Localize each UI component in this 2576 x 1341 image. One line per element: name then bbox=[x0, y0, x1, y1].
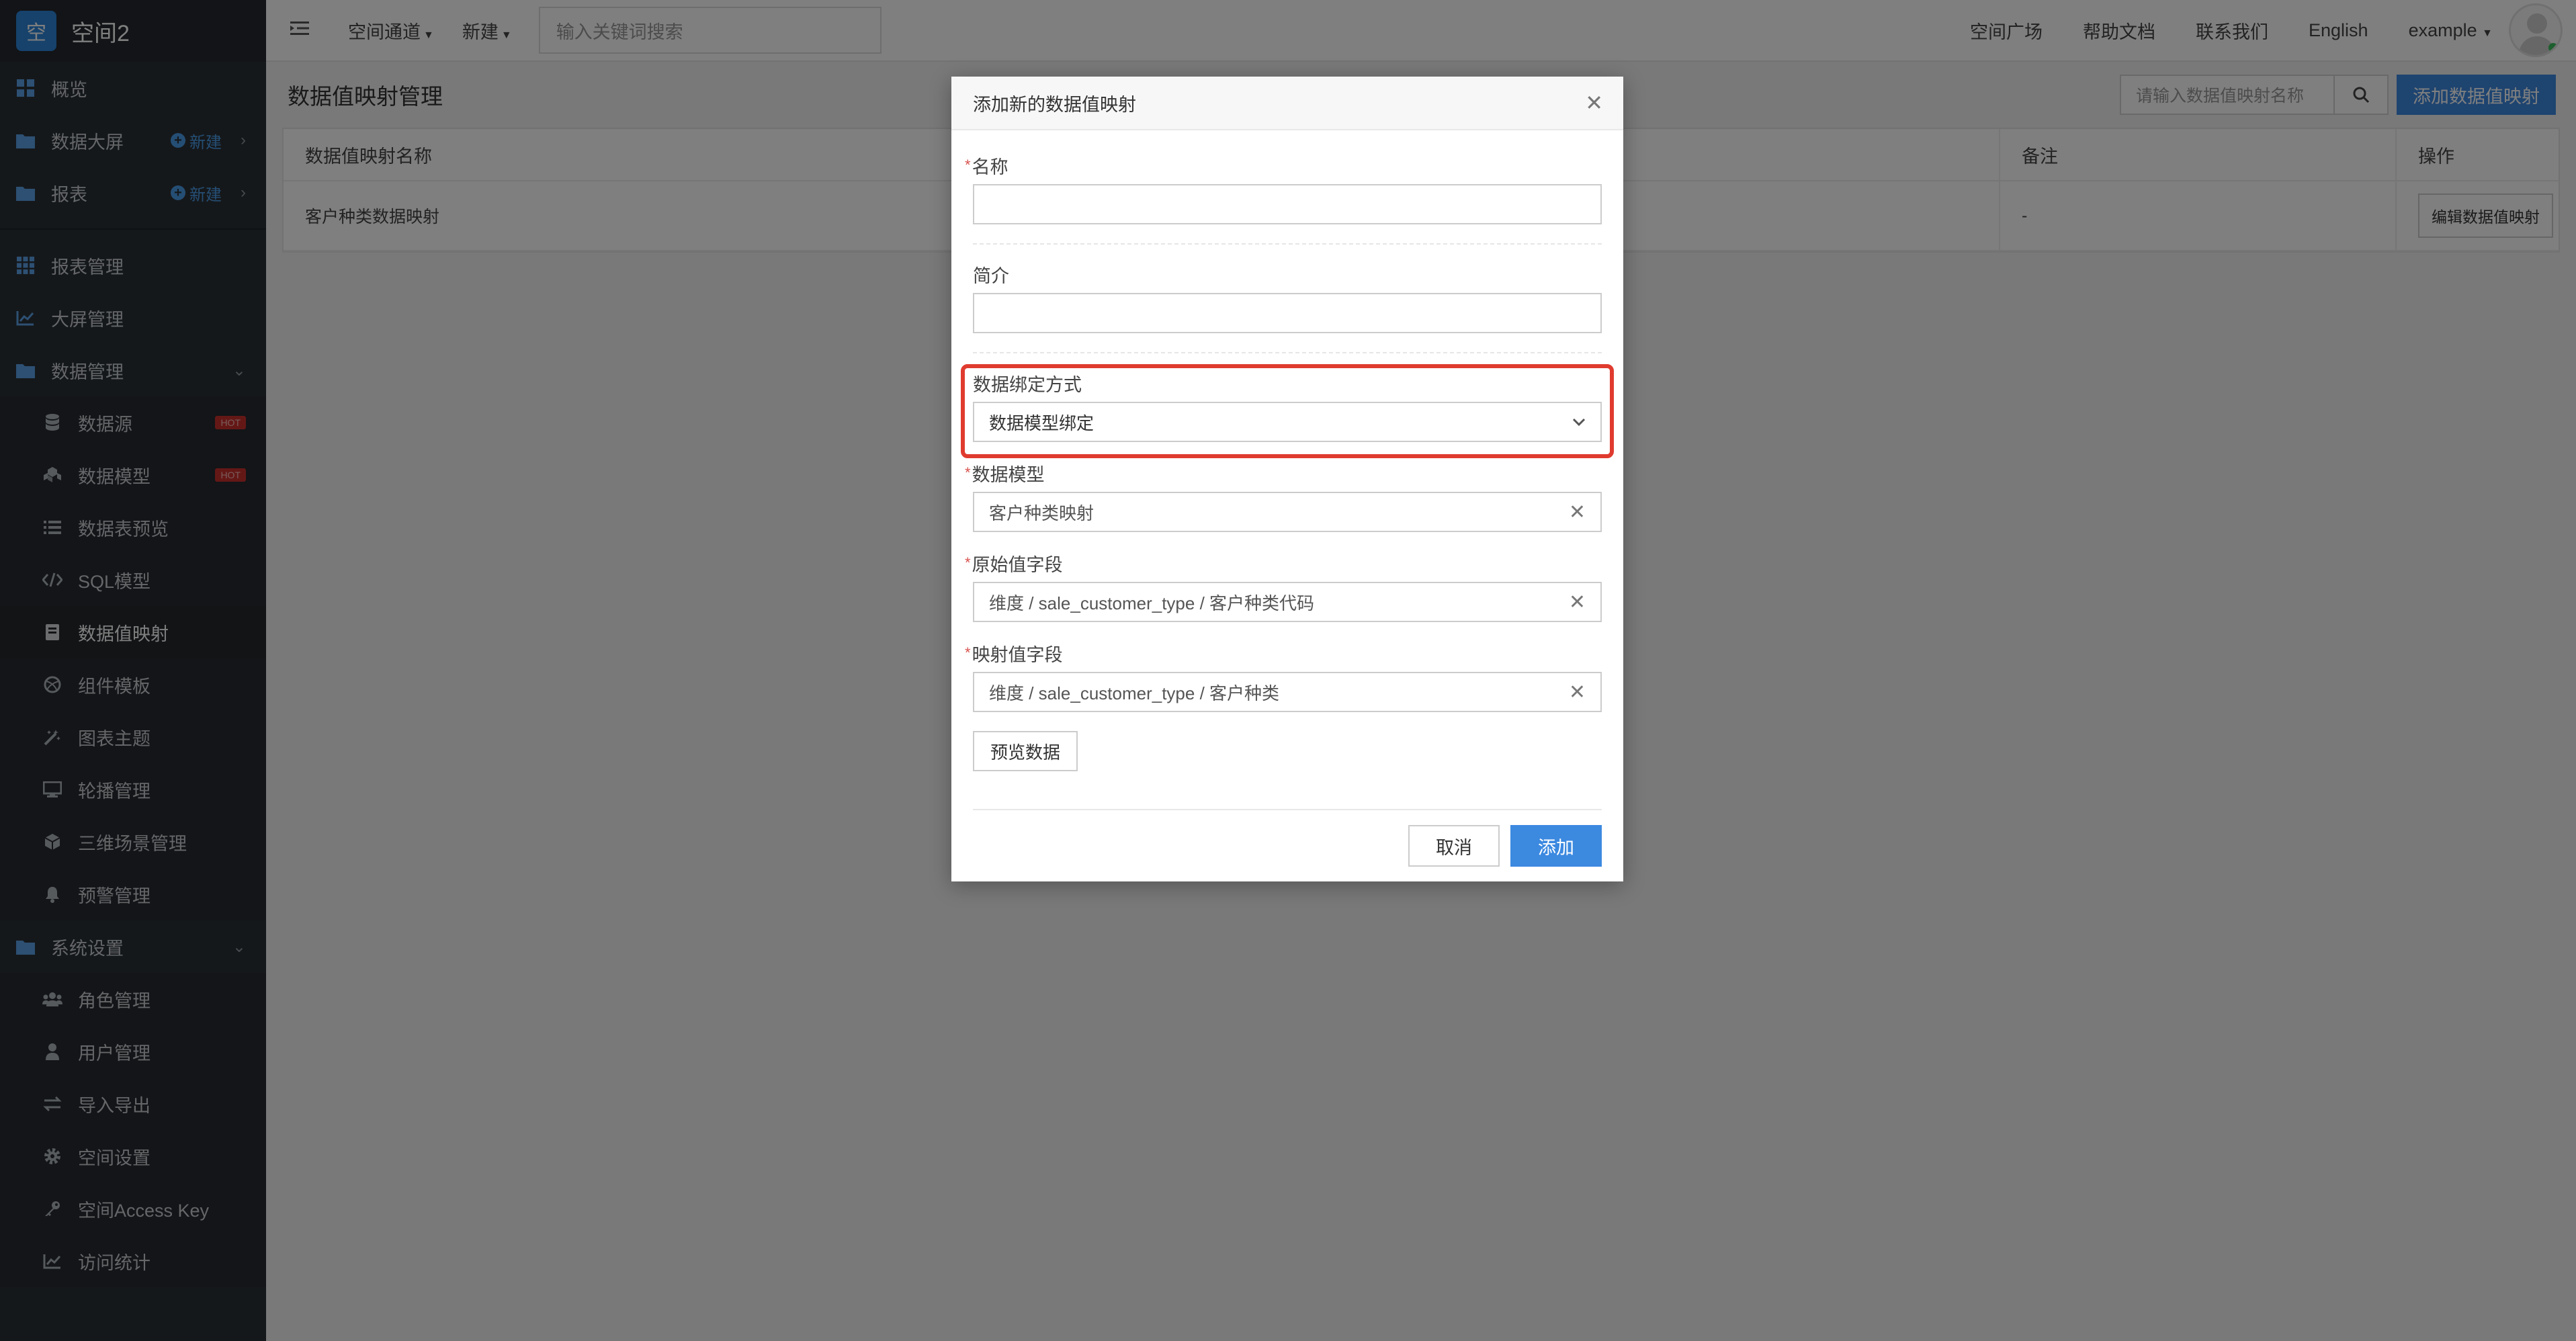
add-mapping-modal: 添加新的数据值映射 ✕ * 名称 简介 数据绑定方式 数据模型绑定 * 数据模型 客… bbox=[951, 77, 1623, 881]
model-field-group: * 数据模型 客户种类映射 ✕ bbox=[965, 460, 1602, 532]
name-input[interactable] bbox=[973, 184, 1602, 224]
modal-title: 添加新的数据值映射 bbox=[973, 94, 1136, 115]
model-label: * 数据模型 bbox=[965, 464, 1045, 485]
map-label: * 映射值字段 bbox=[965, 644, 1063, 665]
intro-field-group: 简介 bbox=[973, 261, 1602, 333]
model-select[interactable]: 客户种类映射 ✕ bbox=[973, 492, 1602, 532]
name-label: * 名称 bbox=[965, 157, 1008, 177]
clear-icon[interactable]: ✕ bbox=[1569, 591, 1586, 614]
cancel-button[interactable]: 取消 bbox=[1408, 825, 1500, 867]
highlight-annotation bbox=[961, 364, 1614, 458]
map-field-group: * 映射值字段 维度 / sale_customer_type / 客户种类 ✕ bbox=[965, 640, 1602, 712]
required-mark: * bbox=[965, 644, 971, 661]
name-field-group: * 名称 bbox=[965, 152, 1602, 224]
preview-data-button[interactable]: 预览数据 bbox=[973, 731, 1078, 771]
orig-field-group: * 原始值字段 维度 / sale_customer_type / 客户种类代码 … bbox=[965, 550, 1602, 622]
divider bbox=[973, 243, 1602, 245]
intro-label: 简介 bbox=[973, 265, 1009, 286]
required-mark: * bbox=[965, 157, 971, 173]
required-mark: * bbox=[965, 464, 971, 481]
clear-icon[interactable]: ✕ bbox=[1569, 681, 1586, 704]
orig-label: * 原始值字段 bbox=[965, 554, 1063, 575]
orig-field-select[interactable]: 维度 / sale_customer_type / 客户种类代码 ✕ bbox=[973, 582, 1602, 622]
intro-input[interactable] bbox=[973, 293, 1602, 333]
map-field-select[interactable]: 维度 / sale_customer_type / 客户种类 ✕ bbox=[973, 672, 1602, 712]
required-mark: * bbox=[965, 554, 971, 571]
close-icon[interactable]: ✕ bbox=[1585, 90, 1603, 116]
divider bbox=[973, 809, 1602, 810]
clear-icon[interactable]: ✕ bbox=[1569, 501, 1586, 524]
modal-header: 添加新的数据值映射 ✕ bbox=[951, 77, 1623, 130]
add-button[interactable]: 添加 bbox=[1510, 825, 1602, 867]
divider bbox=[973, 352, 1602, 353]
